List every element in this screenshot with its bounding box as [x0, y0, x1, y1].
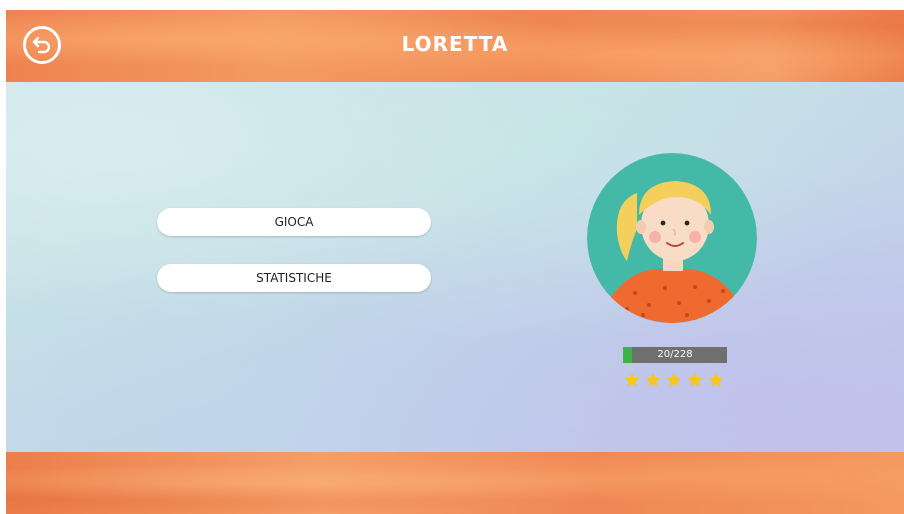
star-icon	[687, 372, 703, 387]
star-icon	[624, 372, 640, 387]
footer-bar	[6, 452, 904, 514]
statistics-button[interactable]: STATISTICHE	[157, 264, 431, 292]
progress-bar: 20/228	[623, 347, 727, 363]
star-icon	[666, 372, 682, 387]
avatar	[587, 153, 757, 323]
progress-text: 20/228	[657, 349, 693, 360]
header-bar: LORETTA	[6, 10, 904, 82]
app-screen: LORETTA GIOCA STATISTICHE 20/228	[6, 10, 904, 514]
main-area: GIOCA STATISTICHE 20/228	[6, 82, 904, 452]
star-icon	[645, 372, 661, 387]
star-icon	[708, 372, 724, 387]
star-rating	[623, 371, 729, 391]
girl-avatar-icon	[587, 153, 757, 323]
play-button[interactable]: GIOCA	[157, 208, 431, 236]
page-title: LORETTA	[401, 32, 509, 56]
